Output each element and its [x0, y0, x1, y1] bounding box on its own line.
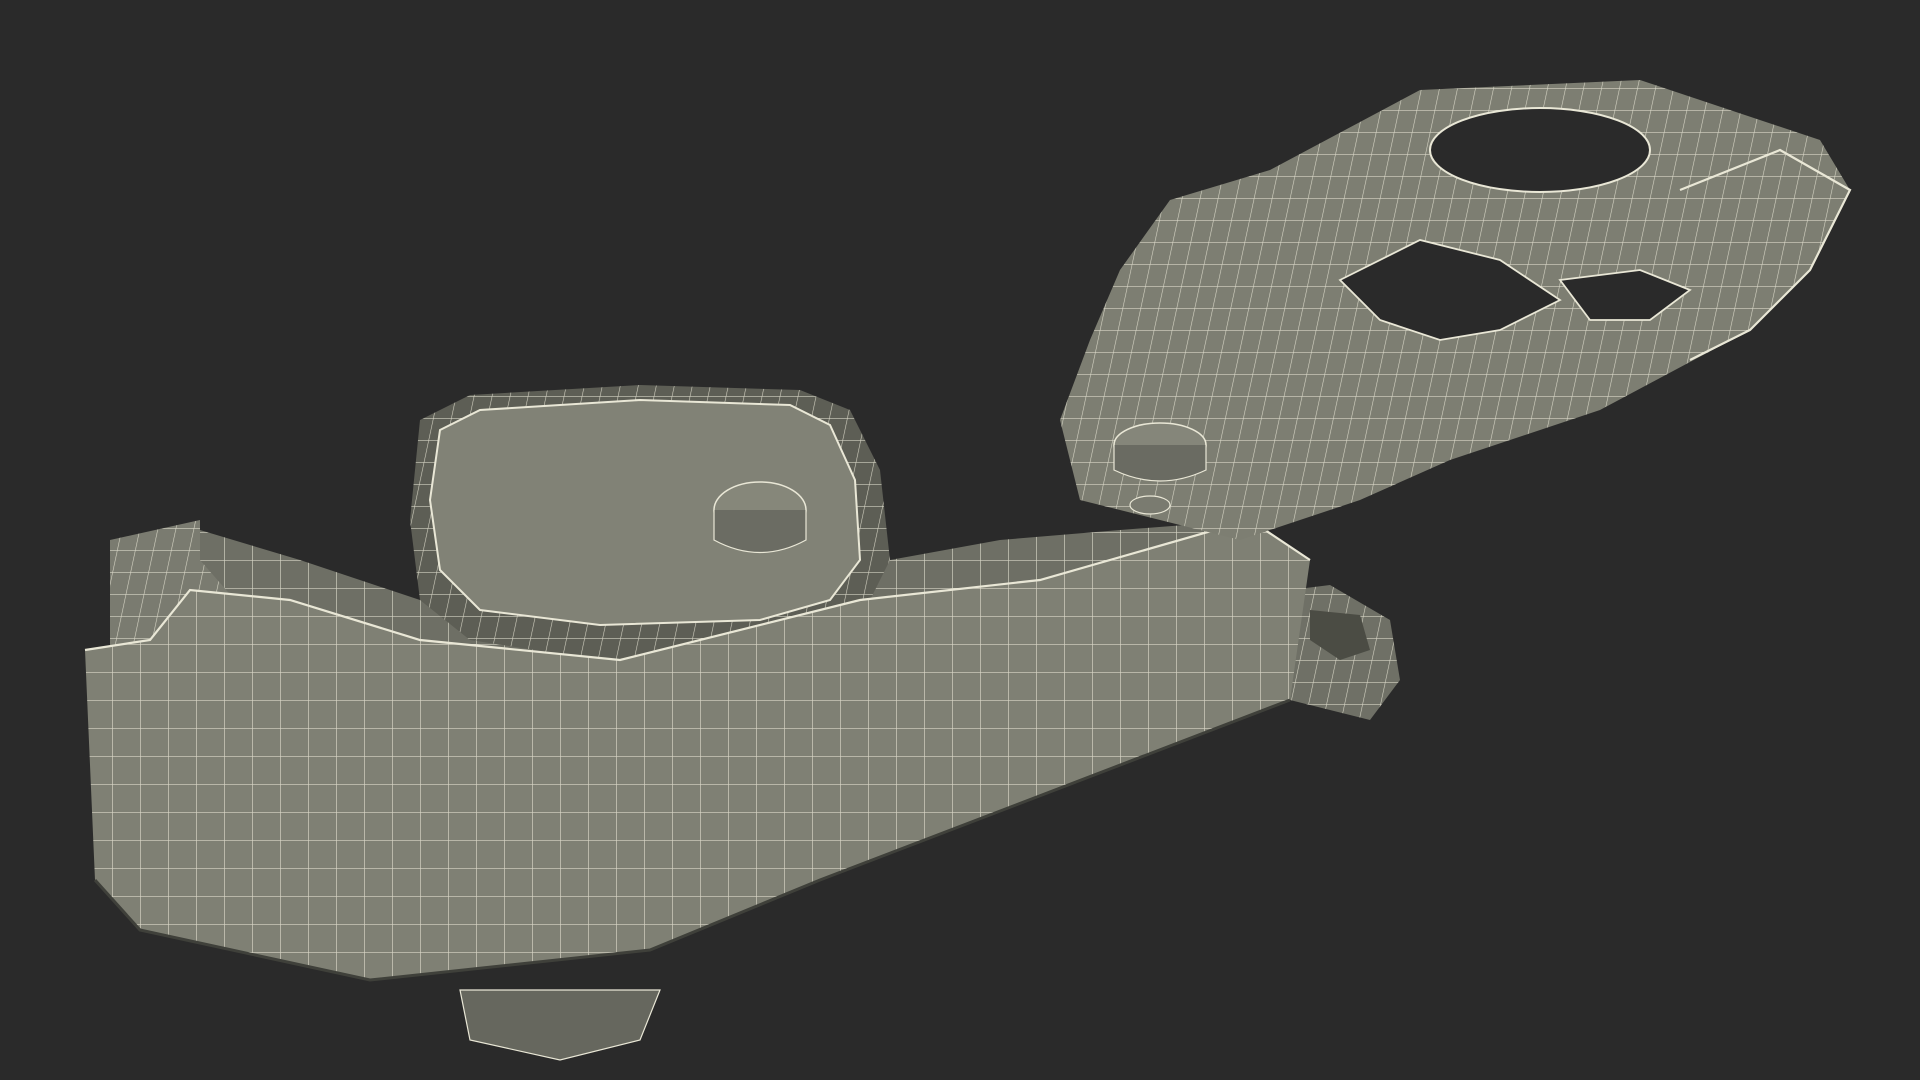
wireframe-model — [84, 80, 1852, 1061]
bottom-foot — [459, 989, 661, 1061]
render-viewport — [0, 0, 1920, 1080]
